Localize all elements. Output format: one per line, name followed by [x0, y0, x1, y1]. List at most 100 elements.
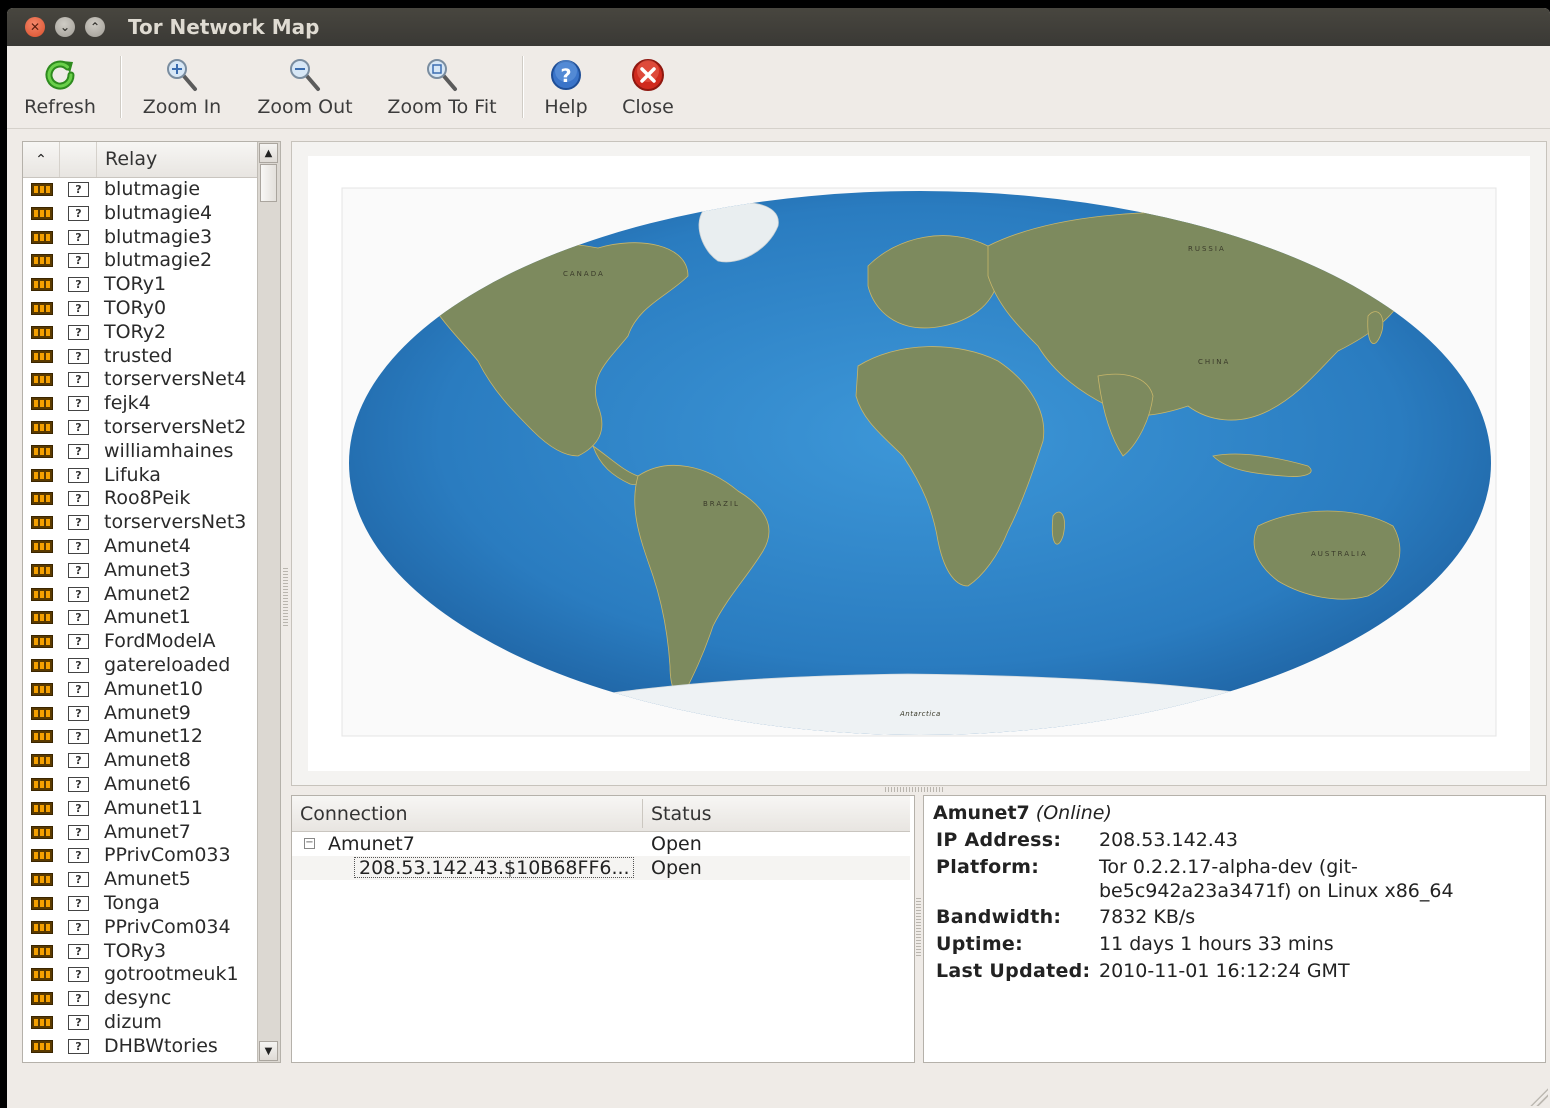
- stream-row[interactable]: 208.53.142.43.$10B68FF6... Open: [292, 856, 910, 880]
- bandwidth-icon: [31, 349, 53, 363]
- window-close-icon[interactable]: ✕: [25, 17, 45, 37]
- close-button[interactable]: Close: [613, 46, 683, 128]
- relay-name: Amunet1: [104, 606, 191, 629]
- bandwidth-icon: [31, 444, 53, 458]
- zoom-to-fit-icon: [422, 56, 462, 94]
- refresh-button[interactable]: Refresh: [17, 46, 103, 128]
- world-map[interactable]: CANADA RUSSIA CHINA BRAZIL AUSTRALIA Ant…: [308, 156, 1530, 771]
- relay-row[interactable]: ? Amunet1: [23, 606, 257, 630]
- relay-name: gotrootmeuk1: [104, 963, 239, 986]
- relay-row[interactable]: ? Tonga: [23, 892, 257, 916]
- bandwidth-icon: [31, 777, 53, 791]
- pane-resize-handle[interactable]: [283, 568, 288, 628]
- help-button[interactable]: ? Help: [537, 46, 595, 128]
- relay-row[interactable]: ? desync: [23, 987, 257, 1011]
- connection-status: Open: [651, 833, 702, 855]
- relay-row[interactable]: ? blutmagie2: [23, 249, 257, 273]
- relay-row[interactable]: ? TORy2: [23, 321, 257, 345]
- sort-column-header[interactable]: ⌃: [23, 142, 60, 177]
- relay-row[interactable]: ? TORy3: [23, 940, 257, 964]
- unknown-country-flag-icon: ?: [68, 967, 89, 983]
- relay-row[interactable]: ? williamhaines: [23, 440, 257, 464]
- map-canvas[interactable]: CANADA RUSSIA CHINA BRAZIL AUSTRALIA Ant…: [308, 156, 1530, 771]
- relay-row[interactable]: ? torserversNet2: [23, 416, 257, 440]
- scroll-thumb[interactable]: [260, 164, 277, 202]
- bandwidth-icon: [31, 206, 53, 220]
- relay-row[interactable]: ? torserversNet3: [23, 511, 257, 535]
- relay-row[interactable]: ? gotrootmeuk1: [23, 963, 257, 987]
- relay-list-scrollbar[interactable]: ▲ ▼: [257, 142, 280, 1062]
- relay-row[interactable]: ? dizum: [23, 1011, 257, 1035]
- relay-row[interactable]: ? Amunet10: [23, 678, 257, 702]
- scroll-up-icon[interactable]: ▲: [259, 143, 278, 163]
- relay-row[interactable]: ? Amunet11: [23, 797, 257, 821]
- bandwidth-icon: [31, 730, 53, 744]
- relay-row[interactable]: ? TORy1: [23, 273, 257, 297]
- collapse-icon[interactable]: −: [304, 838, 315, 849]
- relay-row[interactable]: ? DHBWtories: [23, 1035, 257, 1059]
- zoom-to-fit-button[interactable]: Zoom To Fit: [381, 46, 503, 128]
- relay-name: Lifuka: [104, 463, 161, 486]
- relay-row[interactable]: ? Roo8Peik: [23, 487, 257, 511]
- relay-row[interactable]: ? blutmagie3: [23, 226, 257, 250]
- pane-resize-handle[interactable]: [916, 898, 921, 958]
- relay-row[interactable]: ? Amunet8: [23, 749, 257, 773]
- relay-name: Amunet7: [104, 820, 191, 843]
- relay-name: Amunet2: [104, 582, 191, 605]
- last-updated-value: 2010-11-01 16:12:24 GMT: [1099, 960, 1350, 982]
- relay-name: PPrivCom033: [104, 844, 231, 867]
- window-resize-grip[interactable]: [1530, 1088, 1548, 1106]
- help-label: Help: [544, 96, 588, 118]
- connection-name: Amunet7: [328, 833, 415, 855]
- relay-list: ? blutmagie? blutmagie4? blutmagie3? blutmag…: [23, 178, 257, 1058]
- relay-column-header[interactable]: Relay: [105, 148, 157, 170]
- relay-row[interactable]: ? Amunet5: [23, 868, 257, 892]
- unknown-country-flag-icon: ?: [68, 634, 89, 650]
- window-maximize-icon[interactable]: ⌃: [85, 17, 105, 37]
- unknown-country-flag-icon: ?: [68, 491, 89, 507]
- relay-row[interactable]: ? blutmagie: [23, 178, 257, 202]
- relay-row[interactable]: ? FordModelA: [23, 630, 257, 654]
- relay-row[interactable]: ? Amunet2: [23, 583, 257, 607]
- zoom-in-button[interactable]: Zoom In: [135, 46, 229, 128]
- window-minimize-icon[interactable]: ⌄: [55, 17, 75, 37]
- relay-row[interactable]: ? Amunet3: [23, 559, 257, 583]
- relay-row[interactable]: ? gatereloaded: [23, 654, 257, 678]
- country-column-header[interactable]: [60, 142, 97, 177]
- refresh-label: Refresh: [24, 96, 96, 118]
- bandwidth-icon: [31, 635, 53, 649]
- connection-column-header[interactable]: Connection: [300, 803, 408, 825]
- relay-name: torserversNet4: [104, 368, 247, 391]
- relay-row[interactable]: ? PPrivCom033: [23, 844, 257, 868]
- relay-name: torserversNet3: [104, 511, 247, 534]
- relay-info-title: Amunet7 (Online): [933, 802, 1112, 824]
- relay-row[interactable]: ? fejk4: [23, 392, 257, 416]
- unknown-country-flag-icon: ?: [68, 205, 89, 221]
- status-column-header[interactable]: Status: [651, 803, 712, 825]
- relay-row[interactable]: ? TORy0: [23, 297, 257, 321]
- relay-name: blutmagie4: [104, 201, 213, 224]
- unknown-country-flag-icon: ?: [68, 824, 89, 840]
- platform-value: Tor 0.2.2.17-alpha-dev (git-be5c942a23a3…: [1099, 856, 1454, 902]
- scroll-down-icon[interactable]: ▼: [259, 1041, 278, 1061]
- relay-row[interactable]: ? trusted: [23, 345, 257, 369]
- connection-row[interactable]: − Amunet7 Open: [292, 832, 910, 856]
- relay-row[interactable]: ? torserversNet4: [23, 368, 257, 392]
- relay-row[interactable]: ? Lifuka: [23, 464, 257, 488]
- column-divider[interactable]: [642, 799, 643, 828]
- relay-row[interactable]: ? blutmagie4: [23, 202, 257, 226]
- relay-row[interactable]: ? Amunet12: [23, 725, 257, 749]
- relay-name: fejk4: [104, 392, 151, 415]
- relay-row[interactable]: ? Amunet9: [23, 702, 257, 726]
- pane-resize-handle[interactable]: [885, 787, 945, 792]
- zoom-out-button[interactable]: Zoom Out: [253, 46, 357, 128]
- relay-row[interactable]: ? Amunet7: [23, 821, 257, 845]
- uptime-label: Uptime:: [936, 933, 1024, 955]
- bandwidth-icon: [31, 325, 53, 339]
- zoom-to-fit-label: Zoom To Fit: [387, 96, 497, 118]
- relay-row[interactable]: ? PPrivCom034: [23, 916, 257, 940]
- bandwidth-icon: [31, 230, 53, 244]
- unknown-country-flag-icon: ?: [68, 419, 89, 435]
- relay-row[interactable]: ? Amunet6: [23, 773, 257, 797]
- relay-row[interactable]: ? Amunet4: [23, 535, 257, 559]
